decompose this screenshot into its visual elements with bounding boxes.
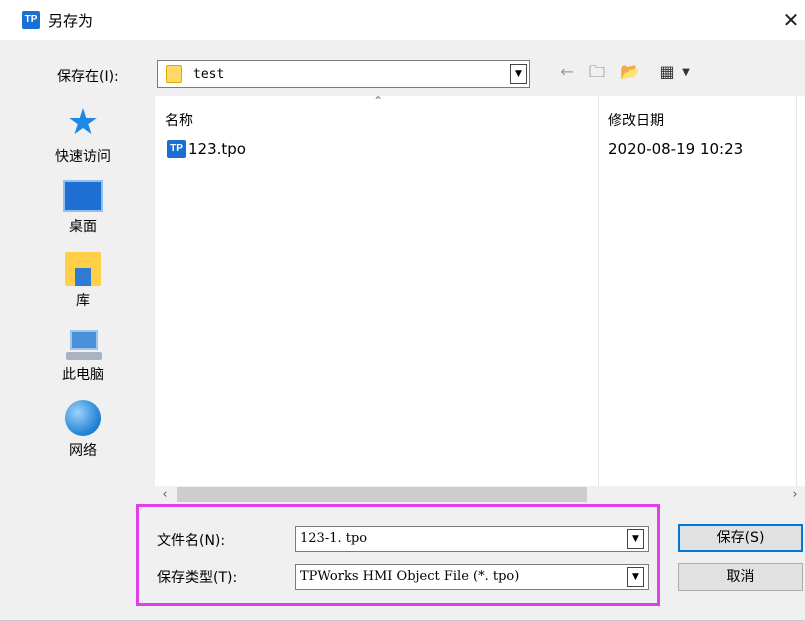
places-item-label: 网络 bbox=[69, 443, 97, 459]
filetype-select[interactable]: TPWorks HMI Object File (*. tpo) ▼ bbox=[295, 564, 649, 590]
places-item-network[interactable]: 网络 bbox=[52, 400, 114, 460]
places-item-label: 桌面 bbox=[69, 219, 97, 235]
save-in-value: test bbox=[193, 67, 225, 82]
filename-label: 文件名(N): bbox=[157, 533, 226, 549]
filename-input[interactable]: 123-1. tpo ▼ bbox=[295, 526, 649, 552]
places-item-library[interactable]: 库 bbox=[52, 252, 114, 310]
up-folder-icon[interactable]: 🗀 bbox=[587, 62, 607, 82]
chevron-down-icon: ▼ bbox=[632, 534, 639, 544]
close-icon: ✕ bbox=[782, 8, 800, 32]
save-button[interactable]: 保存(S) bbox=[678, 524, 803, 552]
places-item-desktop[interactable]: 桌面 bbox=[52, 180, 114, 236]
view-dropdown-icon[interactable]: ▼ bbox=[680, 63, 692, 83]
places-item-label: 快速访问 bbox=[55, 149, 111, 165]
folder-icon bbox=[166, 65, 182, 83]
title-bar: TP 另存为 ✕ bbox=[0, 0, 805, 40]
file-modified-date: 2020-08-19 10:23 bbox=[608, 140, 744, 158]
filename-value: 123-1. tpo bbox=[300, 531, 368, 546]
chevron-down-icon: ▼ bbox=[632, 572, 639, 582]
new-folder-icon[interactable]: 📂 bbox=[619, 62, 641, 82]
file-list[interactable]: ⌃ 名称 修改日期 TP 123.tpo 2020-08-19 10:23 bbox=[155, 96, 805, 486]
computer-icon bbox=[64, 330, 102, 360]
column-header-modified[interactable]: 修改日期 bbox=[608, 110, 664, 130]
highlight-annotation bbox=[136, 504, 660, 606]
places-item-label: 此电脑 bbox=[62, 367, 104, 383]
column-header-name[interactable]: 名称 bbox=[165, 110, 193, 130]
library-icon bbox=[65, 252, 101, 286]
scrollbar-thumb[interactable] bbox=[177, 487, 587, 502]
places-item-this-pc[interactable]: 此电脑 bbox=[52, 330, 114, 384]
back-arrow-icon[interactable]: ← bbox=[557, 62, 577, 82]
save-in-label: 保存在(I): bbox=[57, 69, 119, 85]
view-menu-icon[interactable]: ▦ bbox=[655, 62, 679, 82]
save-in-dropdown-button[interactable]: ▼ bbox=[510, 64, 527, 84]
window-title: 另存为 bbox=[48, 12, 94, 30]
filetype-dropdown-button[interactable]: ▼ bbox=[627, 567, 644, 587]
horizontal-scrollbar[interactable]: ‹ › bbox=[155, 486, 805, 504]
desktop-icon bbox=[63, 180, 103, 212]
save-in-dropdown[interactable]: test ▼ bbox=[157, 60, 530, 88]
file-row[interactable]: TP 123.tpo 2020-08-19 10:23 bbox=[155, 138, 805, 162]
filename-dropdown-button[interactable]: ▼ bbox=[627, 529, 644, 549]
places-item-label: 库 bbox=[76, 293, 90, 309]
tpo-file-icon: TP bbox=[167, 140, 186, 158]
network-icon bbox=[65, 400, 101, 436]
filetype-value: TPWorks HMI Object File (*. tpo) bbox=[300, 569, 520, 584]
places-item-quick-access[interactable]: ★ 快速访问 bbox=[52, 104, 114, 166]
sort-ascending-icon: ⌃ bbox=[373, 96, 384, 108]
file-name: 123.tpo bbox=[188, 140, 246, 158]
close-button[interactable]: ✕ bbox=[778, 6, 804, 34]
filetype-label: 保存类型(T): bbox=[157, 570, 238, 586]
cancel-button[interactable]: 取消 bbox=[678, 563, 803, 591]
app-icon: TP bbox=[22, 11, 40, 29]
scroll-right-icon[interactable]: › bbox=[787, 486, 803, 504]
chevron-down-icon: ▼ bbox=[515, 69, 522, 79]
star-icon: ★ bbox=[66, 102, 100, 143]
scroll-left-icon[interactable]: ‹ bbox=[157, 486, 173, 504]
